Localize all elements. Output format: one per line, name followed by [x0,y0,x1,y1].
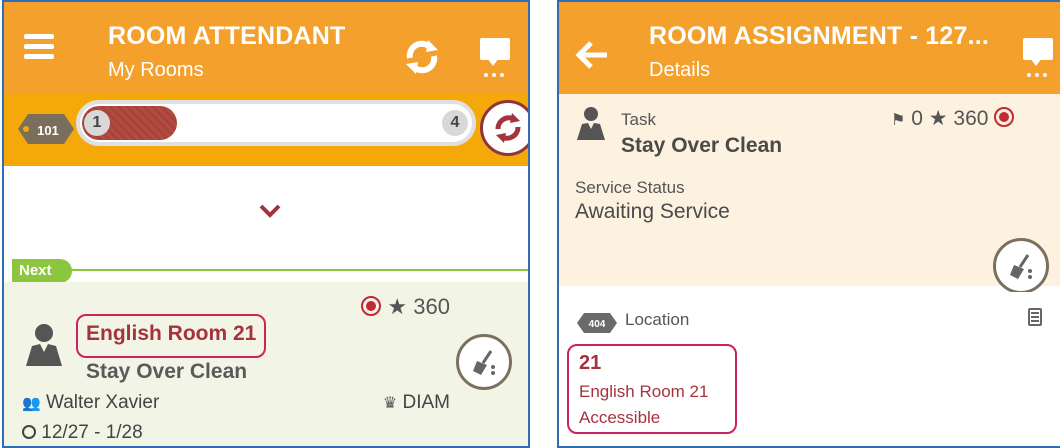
document-icon[interactable] [1028,308,1042,326]
page-title: ROOM ATTENDANT [108,22,346,50]
vip-row: ♛ DIAM [383,392,450,414]
progress-bar: 1 4 [76,100,476,146]
chevron-down-icon[interactable] [259,204,281,218]
stay-dates: 12/27 - 1/28 [41,422,143,443]
room-assignment-screen: ROOM ASSIGNMENT - 127... Details Task St… [557,0,1060,448]
broom-icon [473,350,495,375]
clean-button[interactable] [456,334,512,390]
task-label: Task [621,110,656,129]
sync-icon[interactable] [402,38,442,76]
crown-icon: ♛ [382,395,398,412]
person-icon [577,107,605,140]
location-hex-icon: 404 [577,313,617,333]
location-room-name: English Room 21 [579,382,709,401]
refresh-button[interactable] [480,100,528,156]
location-accessibility: Accessible [579,408,661,427]
task-stats: ⚑ 0 ★ 360 [891,106,1015,131]
room-badge: 101 [37,123,59,138]
collapse-area [4,166,528,262]
task-section: Task Stay Over Clean ⚑ 0 ★ 360 Service S… [559,94,1060,294]
chat-icon[interactable] [480,38,510,77]
location-section: 404 Location 21 English Room 21 Accessib… [559,292,1060,446]
app-bar: ROOM ASSIGNMENT - 127... Details [559,2,1060,94]
task-name: Stay Over Clean [86,360,248,383]
progress-start: 1 [84,110,110,136]
flag-icon: ⚑ [891,112,906,129]
record-icon [994,107,1015,127]
progress-band: 101 1 4 [4,94,528,166]
page-subtitle: My Rooms [108,59,204,81]
hamburger-menu-icon[interactable] [24,34,54,60]
room-hex-icon: 101 [18,114,74,144]
sync-icon [495,113,521,143]
broom-icon [1010,254,1032,279]
circle-icon [22,425,36,439]
clean-button[interactable] [993,238,1049,294]
next-divider [64,269,528,271]
room-attendant-screen: ROOM ATTENDANT My Rooms 101 1 4 Next ★ 3… [2,0,530,448]
person-icon [26,324,62,366]
date-row: 12/27 - 1/28 [22,422,143,444]
back-arrow-icon[interactable] [573,40,609,70]
location-number: 21 [579,352,602,374]
guest-name: Walter Xavier [45,392,160,413]
group-icon: 👥 [22,395,41,412]
room-name[interactable]: English Room 21 [86,322,256,346]
app-bar: ROOM ATTENDANT My Rooms [4,2,528,94]
star-icon: ★ [387,294,408,319]
location-badge: 404 [589,319,606,330]
service-status-value: Awaiting Service [575,200,730,223]
page-title: ROOM ASSIGNMENT - 127... [649,22,990,50]
vip-code: DIAM [402,392,451,413]
location-label: Location [625,310,690,329]
room-card[interactable]: ★ 360 English Room 21 Stay Over Clean 👥 … [4,282,528,446]
score-value: 360 [413,294,450,319]
page-subtitle: Details [649,59,711,81]
score-value: 360 [953,107,989,130]
progress-end: 4 [442,110,468,136]
record-icon [361,296,382,316]
chat-icon[interactable] [1023,38,1053,77]
star-icon: ★ [928,107,948,130]
guest-row: 👥 Walter Xavier [22,392,159,414]
room-score: ★ 360 [361,294,450,320]
next-label: Next [12,259,72,283]
service-status-label: Service Status [575,178,685,197]
flag-count: 0 [911,107,923,130]
task-value: Stay Over Clean [621,134,783,157]
